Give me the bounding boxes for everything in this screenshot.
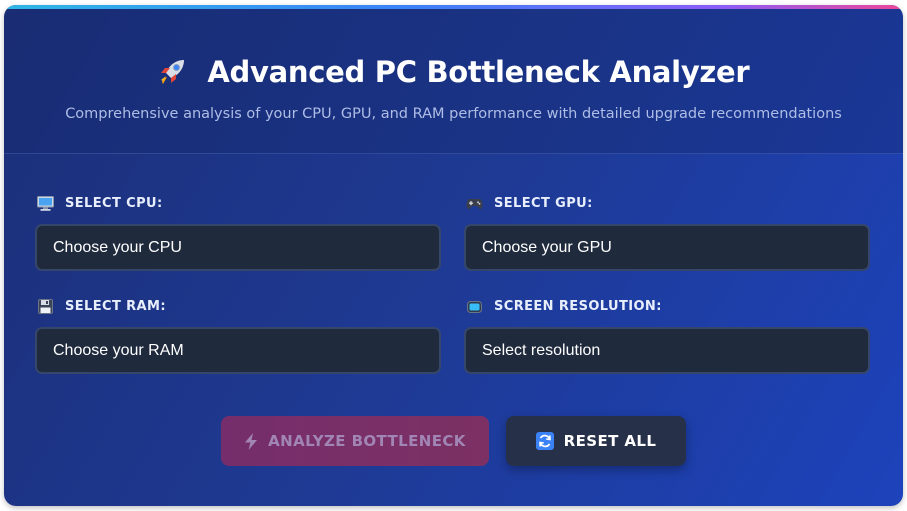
- header: Advanced PC Bottleneck Analyzer Comprehe…: [4, 9, 903, 154]
- analyzer-card: Advanced PC Bottleneck Analyzer Comprehe…: [4, 5, 903, 506]
- resolution-select-value: Select resolution: [482, 341, 601, 359]
- analyze-button-label: ANALYZE BOTTLENECK: [268, 432, 466, 450]
- page-title: Advanced PC Bottleneck Analyzer: [4, 55, 903, 89]
- gpu-select-value: Choose your GPU: [482, 238, 612, 256]
- resolution-label: SCREEN RESOLUTION:: [465, 299, 662, 314]
- resolution-label-text: SCREEN RESOLUTION:: [494, 299, 662, 314]
- cpu-label: SELECT CPU:: [36, 196, 163, 211]
- refresh-icon: [535, 432, 554, 450]
- reset-all-button[interactable]: RESET ALL: [506, 416, 686, 466]
- cpu-select-value: Choose your CPU: [53, 238, 182, 256]
- reset-button-label: RESET ALL: [563, 432, 657, 450]
- floppy-disk-icon: [36, 299, 54, 314]
- cpu-select[interactable]: Choose your CPU: [35, 224, 441, 271]
- ram-select[interactable]: Choose your RAM: [35, 327, 441, 374]
- cpu-label-text: SELECT CPU:: [65, 196, 163, 211]
- monitor-icon: [36, 196, 54, 211]
- ram-label: SELECT RAM:: [36, 299, 166, 314]
- resolution-select[interactable]: Select resolution: [464, 327, 870, 374]
- ram-select-value: Choose your RAM: [53, 341, 184, 359]
- gpu-label-text: SELECT GPU:: [494, 196, 593, 211]
- gamepad-icon: [465, 198, 483, 210]
- gpu-select[interactable]: Choose your GPU: [464, 224, 870, 271]
- rocket-icon: [158, 55, 198, 89]
- title-text: Advanced PC Bottleneck Analyzer: [207, 55, 750, 89]
- ram-label-text: SELECT RAM:: [65, 299, 166, 314]
- gpu-label: SELECT GPU:: [465, 196, 593, 211]
- lightning-icon: [244, 432, 258, 450]
- subtitle: Comprehensive analysis of your CPU, GPU,…: [65, 106, 842, 122]
- analyze-bottleneck-button[interactable]: ANALYZE BOTTLENECK: [221, 416, 489, 466]
- screen-icon: [465, 300, 483, 313]
